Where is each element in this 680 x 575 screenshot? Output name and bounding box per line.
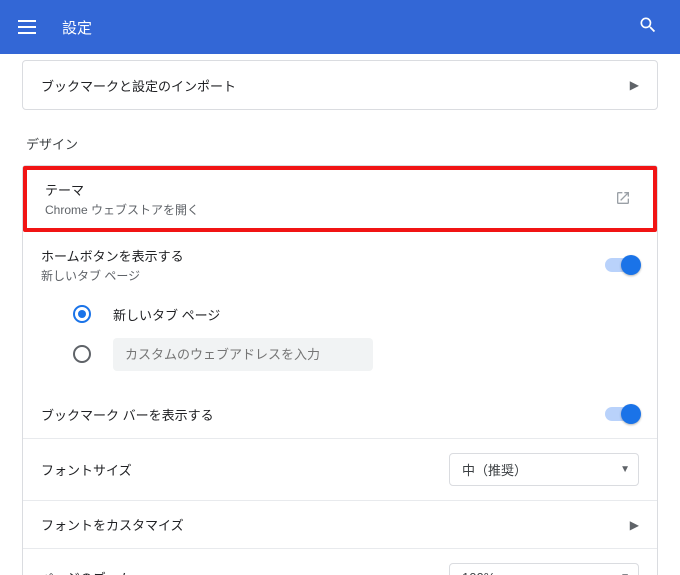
page-zoom-value: 100% xyxy=(462,570,495,575)
radio-icon xyxy=(73,345,91,363)
chevron-right-icon: ▶ xyxy=(630,518,639,532)
home-button-label: ホームボタンを表示する xyxy=(41,246,184,265)
page-zoom-label: ページのズーム xyxy=(41,568,131,575)
search-icon[interactable] xyxy=(638,15,662,39)
page-title: 設定 xyxy=(62,17,92,38)
bookmarks-bar-label: ブックマーク バーを表示する xyxy=(41,405,214,424)
home-button-radio-group: 新しいタブ ページ xyxy=(23,288,657,390)
radio-icon xyxy=(73,305,91,323)
font-size-label: フォントサイズ xyxy=(41,460,132,479)
bookmarks-bar-row: ブックマーク バーを表示する xyxy=(23,390,657,438)
theme-sublabel: Chrome ウェブストアを開く xyxy=(45,201,199,218)
import-bookmarks-card: ブックマークと設定のインポート ▶ xyxy=(22,60,658,110)
theme-label: テーマ xyxy=(45,180,199,199)
import-bookmarks-label: ブックマークと設定のインポート xyxy=(41,76,236,95)
app-toolbar: 設定 xyxy=(0,0,680,54)
section-heading-design: デザイン xyxy=(22,110,658,165)
bookmarks-bar-toggle[interactable] xyxy=(605,407,639,421)
font-customize-label: フォントをカスタマイズ xyxy=(41,515,184,534)
font-size-select[interactable]: 中（推奨） ▼ xyxy=(449,453,639,486)
menu-icon[interactable] xyxy=(18,15,42,39)
custom-url-input[interactable] xyxy=(113,338,373,371)
radio-new-tab[interactable]: 新しいタブ ページ xyxy=(73,294,639,334)
caret-down-icon: ▼ xyxy=(620,464,630,475)
font-size-row: フォントサイズ 中（推奨） ▼ xyxy=(23,438,657,500)
page-zoom-row: ページのズーム 100% ▼ xyxy=(23,548,657,575)
font-size-value: 中（推奨） xyxy=(462,460,527,479)
radio-custom-url[interactable] xyxy=(73,334,639,374)
open-external-icon xyxy=(615,190,635,209)
font-customize-row[interactable]: フォントをカスタマイズ ▶ xyxy=(23,500,657,548)
radio-new-tab-label: 新しいタブ ページ xyxy=(113,305,220,324)
chevron-right-icon: ▶ xyxy=(630,78,639,92)
home-button-toggle[interactable] xyxy=(605,258,639,272)
import-bookmarks-row[interactable]: ブックマークと設定のインポート ▶ xyxy=(23,61,657,109)
page-zoom-select[interactable]: 100% ▼ xyxy=(449,563,639,575)
home-button-row: ホームボタンを表示する 新しいタブ ページ xyxy=(23,232,657,288)
design-settings-card: テーマ Chrome ウェブストアを開く ホームボタンを表示する 新しいタブ ペ… xyxy=(22,165,658,575)
home-button-sublabel: 新しいタブ ページ xyxy=(41,267,184,284)
theme-row[interactable]: テーマ Chrome ウェブストアを開く xyxy=(23,166,657,232)
